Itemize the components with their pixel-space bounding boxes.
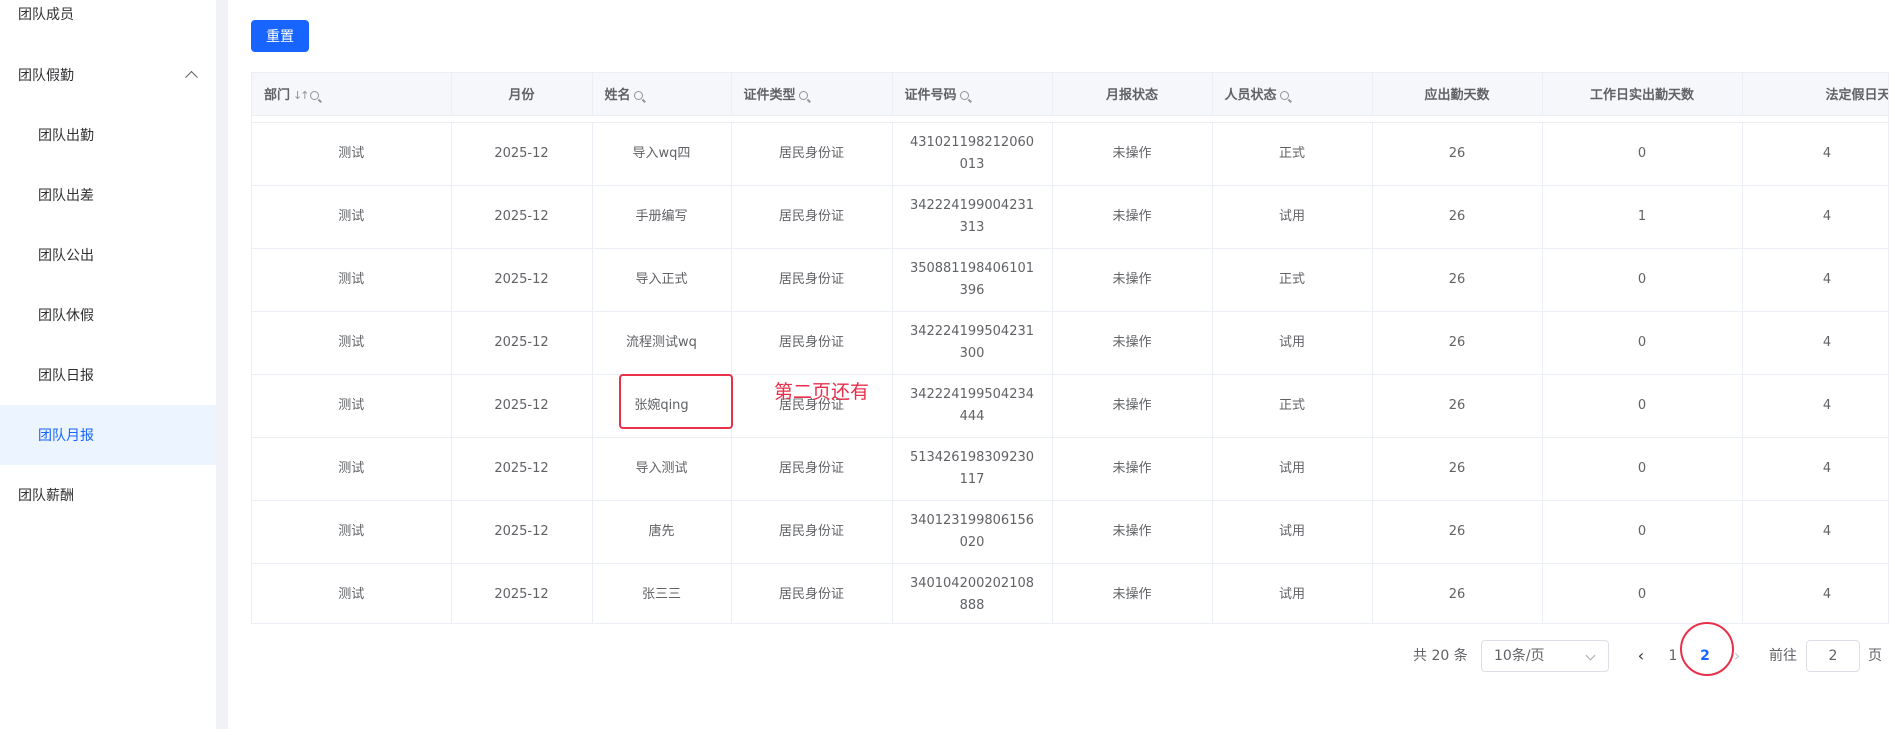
search-icon[interactable] [1279, 91, 1289, 101]
main-content: 重置 部门 ↓↑ 月份 姓名 证件类型 证件号码 月报状态 人员状态 应出勤天数 … [228, 0, 1889, 729]
sidebar-divider [216, 0, 228, 729]
table-row[interactable]: 测试 2025-12 流程测试wq 居民身份证 342224199504231300 未操… [252, 311, 1888, 375]
search-icon[interactable] [633, 91, 643, 101]
sidebar-item-team-salary[interactable]: 团队薪酬 [0, 465, 216, 525]
page-size-value: 10条/页 [1494, 648, 1545, 664]
col-header-department[interactable]: 部门 ↓↑ [252, 73, 452, 116]
goto-page-input[interactable] [1806, 640, 1860, 672]
search-icon[interactable] [310, 91, 320, 101]
sidebar-item-label: 团队月报 [38, 428, 94, 444]
col-header-report-status: 月报状态 [1052, 73, 1213, 116]
sidebar-item-label: 团队休假 [38, 308, 94, 324]
sidebar-item-label: 团队出差 [38, 188, 94, 204]
table-header-row: 部门 ↓↑ 月份 姓名 证件类型 证件号码 月报状态 人员状态 应出勤天数 工作日… [252, 73, 1888, 116]
chevron-right-icon: › [1733, 646, 1741, 665]
goto-label: 前往 [1769, 648, 1797, 664]
table-row[interactable]: 测试 2025-12 导入正式 居民身份证 350881198406101396 未操作正… [252, 248, 1888, 312]
search-icon[interactable] [798, 91, 808, 101]
page-suffix-label: 页 [1868, 648, 1882, 664]
pagination-total: 共 20 条 [1413, 648, 1468, 664]
reset-button[interactable]: 重置 [251, 20, 309, 52]
chevron-up-icon [185, 70, 198, 84]
annotation-note: 第二页还有 [774, 381, 870, 403]
sidebar-item-team-members[interactable]: 团队成员 [0, 0, 216, 44]
col-header-id-type[interactable]: 证件类型 [731, 73, 893, 116]
sidebar-item-team-monthly-report[interactable]: 团队月报 [0, 405, 216, 465]
chevron-left-icon: ‹ [1637, 646, 1645, 665]
table-row[interactable]: 测试 2025-12 导入测试 居民身份证 513426198309230117 未操作试… [252, 437, 1888, 501]
search-icon[interactable] [959, 91, 969, 101]
sidebar-item-label: 团队薪酬 [18, 488, 74, 504]
page-button-2[interactable]: 2 [1693, 640, 1717, 672]
monthly-report-table: 部门 ↓↑ 月份 姓名 证件类型 证件号码 月报状态 人员状态 应出勤天数 工作日… [251, 72, 1889, 624]
col-header-staff-status[interactable]: 人员状态 [1212, 73, 1373, 116]
col-header-month: 月份 [451, 73, 593, 116]
col-header-id-number[interactable]: 证件号码 [892, 73, 1053, 116]
sidebar-item-team-business-trip[interactable]: 团队出差 [0, 165, 216, 225]
sidebar-item-team-leave[interactable]: 团队休假 [0, 285, 216, 345]
table-row[interactable]: 测试 2025-12 导入wq四 居民身份证 431021198212060013 未操作… [252, 122, 1888, 186]
table-row[interactable]: 测试 2025-12 张三三 居民身份证 340104200202108888 未操作 试用… [252, 563, 1888, 623]
col-header-required-days: 应出勤天数 [1372, 73, 1543, 116]
table-gap-row [252, 115, 1888, 123]
sidebar-item-label: 团队成员 [18, 7, 74, 23]
sidebar-item-team-official-outing[interactable]: 团队公出 [0, 225, 216, 285]
sidebar-item-team-presence[interactable]: 团队出勤 [0, 105, 216, 165]
sidebar-item-label: 团队公出 [38, 248, 94, 264]
prev-page-button[interactable]: ‹ [1631, 640, 1651, 672]
sidebar-item-label: 团队假勤 [18, 68, 74, 84]
table-row[interactable]: 测试 2025-12 唐先 居民身份证 340123199806156020 未操作 试用 2… [252, 500, 1888, 564]
sidebar-item-team-attendance-group[interactable]: 团队假勤 [0, 45, 216, 105]
page-size-select[interactable]: 10条/页 [1481, 640, 1609, 672]
sort-icon[interactable]: ↓↑ [293, 89, 310, 102]
sidebar: 团队成员 团队假勤 团队出勤 团队出差 团队公出 团队休假 团队日报 团队月报 … [0, 0, 216, 729]
sidebar-item-label: 团队日报 [38, 368, 94, 384]
page-button-1[interactable]: 1 [1661, 640, 1685, 672]
sidebar-item-label: 团队出勤 [38, 128, 94, 144]
table-row[interactable]: 测试 2025-12 张婉qing 居民身份证 342224199504234444 未操… [252, 374, 1888, 438]
chevron-down-icon [1585, 650, 1596, 661]
sidebar-item-team-daily-report[interactable]: 团队日报 [0, 345, 216, 405]
col-header-workday-actual-days: 工作日实出勤天数 [1542, 73, 1743, 116]
table-row[interactable]: 测试 2025-12 手册编写 居民身份证 342224199004231313 未操作试… [252, 185, 1888, 249]
next-page-button[interactable]: › [1729, 640, 1745, 672]
col-header-name[interactable]: 姓名 [592, 73, 732, 116]
col-header-holiday-days: 法定假日天数 [1742, 73, 1888, 116]
